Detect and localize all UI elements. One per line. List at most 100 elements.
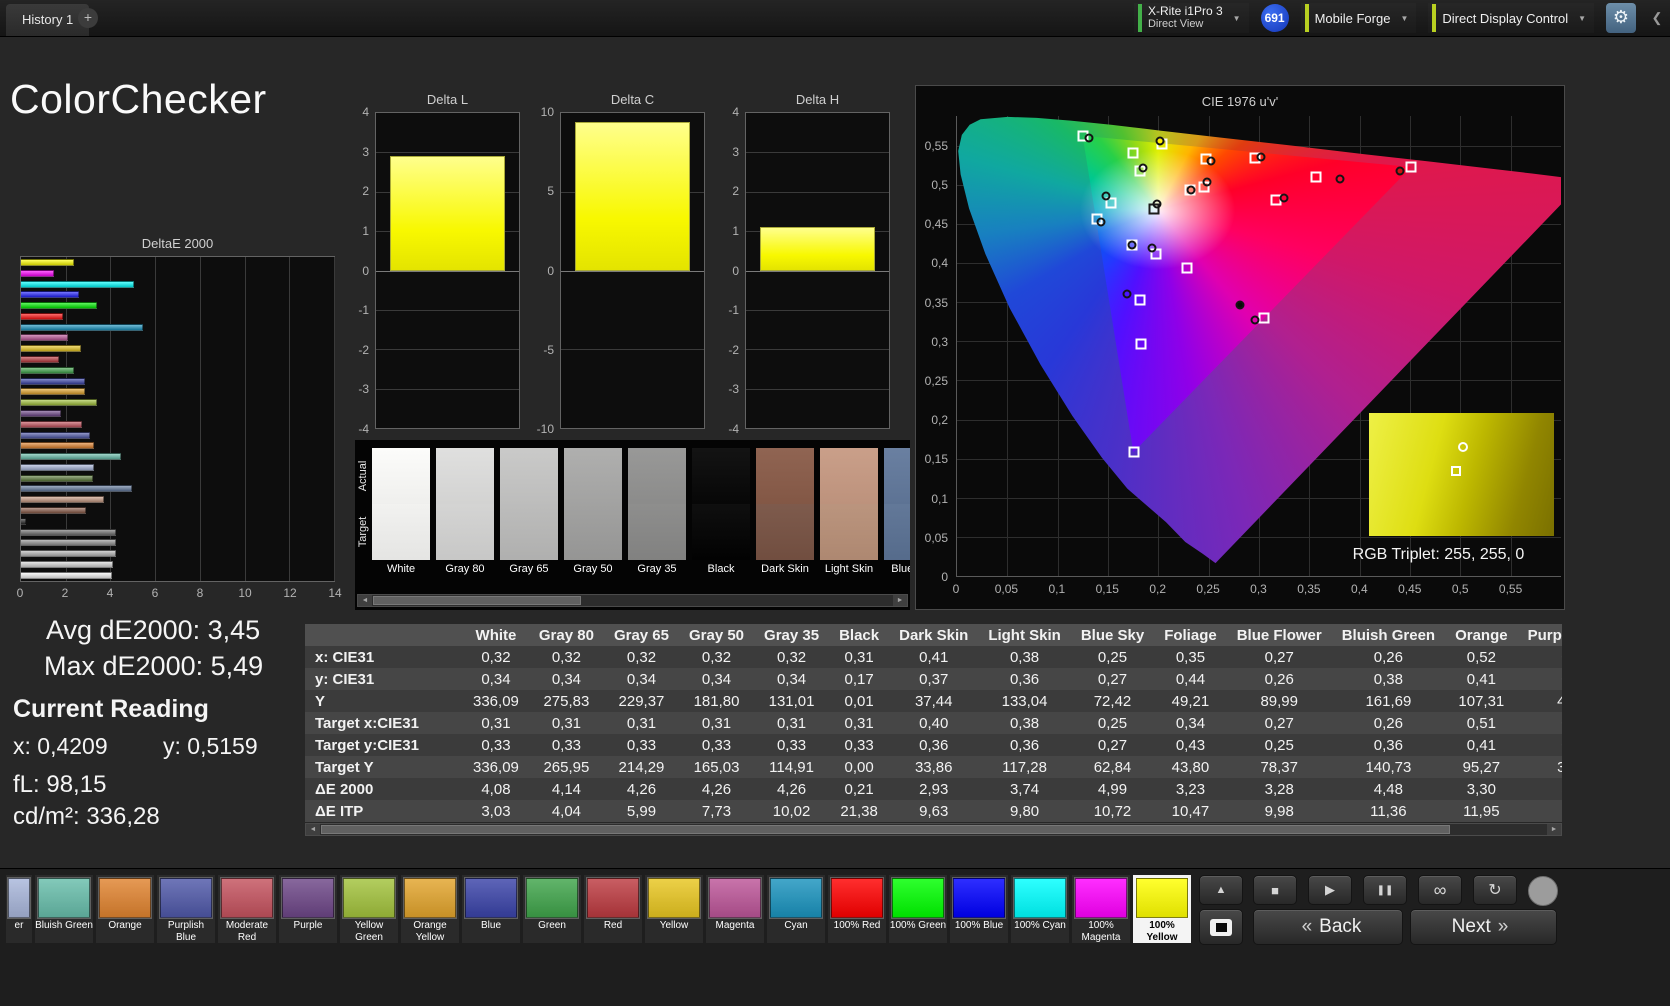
axis-tick-label: 0 <box>345 264 369 278</box>
disabled-record-button[interactable] <box>1528 876 1558 906</box>
app-window: History 1 + X-Rite i1Pro 3 Direct View ▼… <box>0 0 1670 1006</box>
plot-area <box>745 112 890 429</box>
meter-selector[interactable]: X-Rite i1Pro 3 Direct View ▼ <box>1134 3 1249 33</box>
patch-tile[interactable]: Red <box>584 875 642 943</box>
patch-tile[interactable]: Orange <box>96 875 154 943</box>
swatch-actual <box>436 448 494 504</box>
patch-tile[interactable]: Yellow <box>645 875 703 943</box>
patch-tile[interactable]: 100% Yellow <box>1133 875 1191 943</box>
swatch-actual <box>756 448 814 504</box>
pattern-window-button[interactable] <box>1199 909 1243 945</box>
back-button[interactable]: « Back <box>1253 909 1403 945</box>
axis-tick-label: 12 <box>283 586 296 600</box>
patch-tile[interactable]: Green <box>523 875 581 943</box>
target-point-marker <box>1451 466 1461 476</box>
axis-tick-label: 4 <box>107 586 114 600</box>
patch-tile[interactable]: 100% Cyan <box>1011 875 1069 943</box>
axis-tick-label: -4 <box>345 422 369 436</box>
axis-tick-label: 0,35 <box>1297 582 1320 596</box>
patch-tile[interactable]: Cyan <box>767 875 825 943</box>
collapse-panel-button[interactable]: ❮ <box>1648 3 1666 33</box>
cie-measured-marker <box>1202 178 1211 187</box>
gridline <box>376 310 519 311</box>
patch-tile[interactable]: er <box>6 875 32 943</box>
chart-title: CIE 1976 u'v' <box>916 94 1564 109</box>
refresh-button[interactable]: ↻ <box>1473 875 1517 905</box>
patch-tile[interactable]: Purplish Blue <box>157 875 215 943</box>
scroll-left-button[interactable]: ◄ <box>306 824 320 835</box>
bars-container <box>21 259 332 579</box>
axis-tick-label: 1 <box>715 224 739 238</box>
next-button[interactable]: Next » <box>1410 909 1557 945</box>
patch-tile[interactable]: Blue <box>462 875 520 943</box>
cell: 0,31 <box>829 712 889 734</box>
scroll-thumb[interactable] <box>373 596 581 605</box>
cell: 0,33 <box>679 734 754 756</box>
cie-measured-marker <box>1139 163 1148 172</box>
cell: 0,37 <box>889 668 978 690</box>
cie-measured-marker <box>1395 166 1404 175</box>
axis-tick-label: 0 <box>916 570 948 584</box>
patch-tile[interactable]: Yellow Green <box>340 875 398 943</box>
patch-tile[interactable]: 100% Magenta <box>1072 875 1130 943</box>
cell: 3,09 <box>1518 778 1562 800</box>
swatch-actual <box>500 448 558 504</box>
patch-tile[interactable]: Bluish Green <box>35 875 93 943</box>
cell: 140,73 <box>1332 756 1445 778</box>
scroll-right-button[interactable]: ► <box>893 595 907 606</box>
swatch-scrollbar[interactable]: ◄ ► <box>357 594 908 607</box>
continuous-measure-button[interactable]: ∞ <box>1418 875 1462 905</box>
cell: 0,41 <box>1445 668 1518 690</box>
deltae-bar <box>21 496 104 503</box>
scroll-track[interactable] <box>372 595 893 606</box>
patch-tile[interactable]: Moderate Red <box>218 875 276 943</box>
scroll-right-button[interactable]: ► <box>1547 824 1561 835</box>
history-tab[interactable]: History 1 <box>6 4 89 36</box>
swatch-actual <box>820 448 878 504</box>
table-row: Target y:CIE310,330,330,330,330,330,330,… <box>305 734 1562 756</box>
cell: 0,38 <box>978 646 1071 668</box>
settings-gear-button[interactable]: ⚙ <box>1606 3 1636 33</box>
table-scrollbar[interactable]: ◄ ► <box>305 823 1562 836</box>
cell: 4,26 <box>679 778 754 800</box>
patch-tile[interactable]: Magenta <box>706 875 764 943</box>
patch-tile[interactable]: 100% Red <box>828 875 886 943</box>
patch-label: Magenta <box>716 920 755 932</box>
workflow-selector[interactable]: Mobile Forge ▼ <box>1301 3 1417 33</box>
cell: 78,37 <box>1227 756 1332 778</box>
scroll-track[interactable] <box>320 824 1547 835</box>
scroll-left-button[interactable]: ◄ <box>358 595 372 606</box>
cell: 0,33 <box>463 734 529 756</box>
gridline <box>746 349 889 350</box>
patch-tile[interactable]: Purple <box>279 875 337 943</box>
max-de2000-value: Max dE2000: 5,49 <box>44 651 263 682</box>
pattern-up-button[interactable]: ▲ <box>1199 875 1243 905</box>
patch-tile[interactable]: Orange Yellow <box>401 875 459 943</box>
cie-target-marker <box>1406 161 1417 172</box>
swatch-tile: Dark Skin <box>756 448 814 579</box>
scroll-thumb[interactable] <box>321 825 1450 834</box>
pause-button[interactable]: ❚❚ <box>1363 875 1407 905</box>
axis-tick-label: 0,15 <box>1096 582 1119 596</box>
patch-tile[interactable]: 100% Blue <box>950 875 1008 943</box>
display-control-selector[interactable]: Direct Display Control ▼ <box>1428 3 1594 33</box>
play-button[interactable]: ▶ <box>1308 875 1352 905</box>
swatch-label: Gray 80 <box>436 560 494 579</box>
cell: 117,28 <box>978 756 1071 778</box>
gridline <box>376 349 519 350</box>
cell: 0,27 <box>1227 646 1332 668</box>
patch-tile[interactable]: 100% Green <box>889 875 947 943</box>
swatch-label: White <box>372 560 430 579</box>
axis-tick-label: 6 <box>152 586 159 600</box>
gridline <box>746 152 889 153</box>
column-header: Black <box>829 624 889 646</box>
cie-target-marker <box>1128 447 1139 458</box>
gridline <box>561 271 704 272</box>
stop-button[interactable]: ■ <box>1253 875 1297 905</box>
add-tab-button[interactable]: + <box>78 8 98 28</box>
chevron-left-icon: ❮ <box>1652 10 1663 25</box>
cell: 0,34 <box>604 668 679 690</box>
y-axis: 1050-5-10 <box>530 112 556 429</box>
axis-tick-label: 0,05 <box>916 531 948 545</box>
cell: 0,36 <box>1332 734 1445 756</box>
